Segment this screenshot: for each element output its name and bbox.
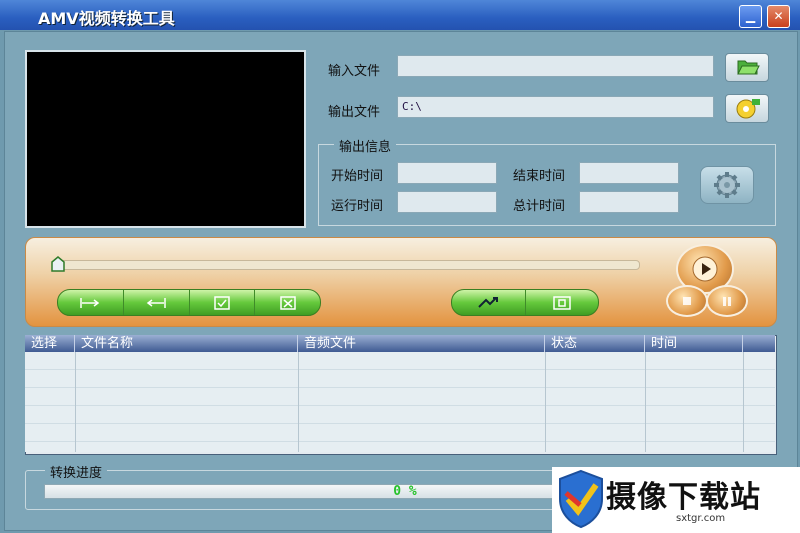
edit-button-bar [57, 289, 321, 316]
check-button[interactable] [190, 290, 256, 315]
browse-output-button[interactable] [725, 94, 769, 123]
watermark-name: 摄像下载站 [606, 480, 761, 515]
progress-title: 转换进度 [45, 462, 108, 481]
total-time-field [579, 191, 679, 213]
input-file-label: 输入文件 [328, 64, 381, 79]
column-header-time[interactable]: 时间 [645, 335, 743, 352]
seek-slider-thumb[interactable] [51, 256, 65, 272]
play-icon [692, 256, 718, 282]
set-start-button[interactable] [58, 290, 124, 315]
column-header-select[interactable]: 选择 [25, 335, 75, 352]
settings-button[interactable] [700, 166, 754, 204]
file-list-header: 选择 文件名称 音频文件 状态 时间 [25, 335, 775, 352]
uncheck-button[interactable] [255, 290, 320, 315]
pause-button[interactable] [706, 285, 748, 317]
stop-icon [683, 297, 691, 305]
disc-icon [736, 99, 760, 119]
output-file-field[interactable]: C:\ [397, 96, 714, 118]
total-time-label: 总计时间 [513, 199, 566, 214]
convert-icon [478, 296, 499, 308]
column-header-audio[interactable]: 音频文件 [298, 335, 545, 352]
minimize-button[interactable]: ▁ [739, 5, 762, 28]
set-end-button[interactable] [124, 290, 190, 315]
column-divider [743, 352, 744, 452]
progress-percent: 0 % [393, 484, 417, 499]
watermark-url: sxtgr.com [676, 513, 726, 524]
folder-open-icon [737, 60, 760, 75]
end-time-label: 结束时间 [513, 169, 566, 184]
close-button[interactable]: ✕ [767, 5, 790, 28]
column-divider [298, 352, 299, 452]
pause-icon [723, 297, 731, 306]
mark-in-icon [80, 297, 100, 308]
fit-button[interactable] [526, 290, 599, 315]
checkbox-cross-icon [279, 295, 296, 310]
column-header-spacer [743, 335, 775, 352]
input-file-field[interactable] [397, 55, 714, 77]
column-divider [545, 352, 546, 452]
browse-input-button[interactable] [725, 53, 769, 82]
seek-slider-track[interactable] [58, 260, 640, 270]
title-bar: AMV视频转换工具 ▁ ✕ [0, 0, 800, 30]
stop-button[interactable] [666, 285, 708, 317]
video-preview [25, 50, 306, 228]
output-file-label: 输出文件 [328, 105, 381, 120]
column-divider [645, 352, 646, 452]
gear-icon [714, 172, 740, 198]
convert-button[interactable] [452, 290, 526, 315]
convert-button-bar [451, 289, 599, 316]
output-info-title: 输出信息 [334, 136, 397, 155]
end-time-field [579, 162, 679, 184]
start-time-label: 开始时间 [331, 169, 384, 184]
column-header-status[interactable]: 状态 [545, 335, 645, 352]
watermark-logo-icon [559, 469, 603, 529]
fit-screen-icon [553, 295, 571, 310]
column-divider [75, 352, 76, 452]
column-header-filename[interactable]: 文件名称 [75, 335, 298, 352]
window-title: AMV视频转换工具 [38, 9, 175, 28]
start-time-field [397, 162, 497, 184]
file-list-rows[interactable] [25, 352, 775, 452]
run-time-field [397, 191, 497, 213]
run-time-label: 运行时间 [331, 199, 384, 214]
checkbox-checked-icon [214, 295, 230, 310]
mark-out-icon [146, 297, 166, 308]
